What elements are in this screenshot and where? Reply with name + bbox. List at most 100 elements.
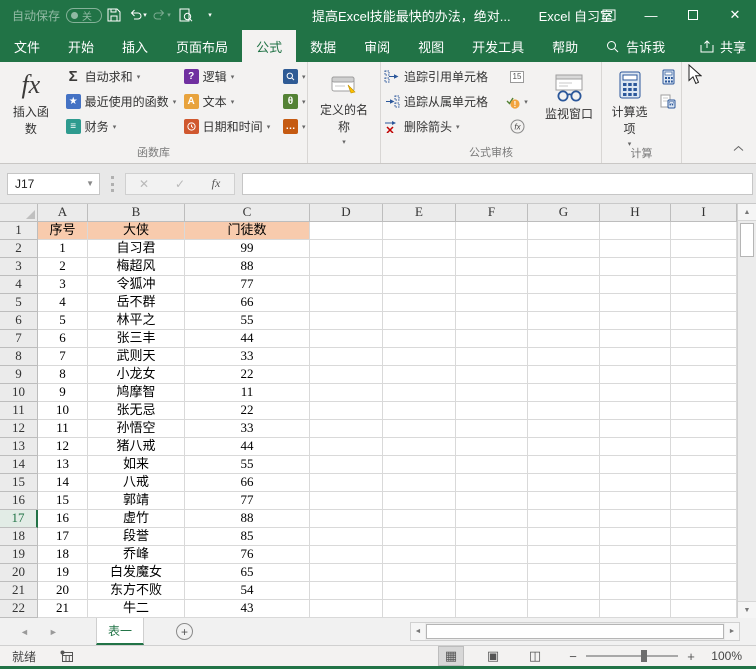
row-header-16[interactable]: 16 (0, 492, 38, 510)
insert-function-button[interactable]: fx 插入函数 (1, 64, 61, 137)
cell-C13[interactable]: 44 (185, 438, 310, 456)
column-header-I[interactable]: I (671, 204, 737, 222)
remove-arrows-button[interactable]: 删除箭头▾ (382, 114, 499, 139)
cell-E11[interactable] (383, 402, 456, 420)
cell-A13[interactable]: 12 (38, 438, 88, 456)
row-header-22[interactable]: 22 (0, 600, 38, 618)
cell-H18[interactable] (600, 528, 671, 546)
recent-functions-button[interactable]: ★最近使用的函数▾ (61, 89, 179, 114)
tab-insert[interactable]: 插入 (108, 30, 162, 62)
zoom-out-button[interactable]: − (562, 649, 584, 664)
cell-D8[interactable] (310, 348, 383, 366)
row-header-5[interactable]: 5 (0, 294, 38, 312)
tab-developer[interactable]: 开发工具 (458, 30, 538, 62)
cell-E8[interactable] (383, 348, 456, 366)
cell-G1[interactable] (528, 222, 600, 240)
view-page-break-button[interactable]: ◫ (522, 646, 548, 666)
cell-H21[interactable] (600, 582, 671, 600)
cell-A17[interactable]: 16 (38, 510, 88, 528)
cell-A19[interactable]: 18 (38, 546, 88, 564)
undo-button[interactable]: ▾ (126, 0, 150, 30)
cell-C17[interactable]: 88 (185, 510, 310, 528)
cell-C20[interactable]: 65 (185, 564, 310, 582)
cell-D21[interactable] (310, 582, 383, 600)
cell-C3[interactable]: 88 (185, 258, 310, 276)
cell-I16[interactable] (671, 492, 737, 510)
scroll-right-button[interactable]: ► (725, 623, 739, 640)
zoom-in-button[interactable]: + (680, 649, 702, 664)
cell-I7[interactable] (671, 330, 737, 348)
cell-F7[interactable] (456, 330, 528, 348)
cell-G16[interactable] (528, 492, 600, 510)
insert-function-small-button[interactable]: fx (198, 176, 234, 191)
tab-view[interactable]: 视图 (404, 30, 458, 62)
horizontal-scrollbar[interactable]: ◄ ► (410, 622, 740, 641)
cell-B18[interactable]: 段誉 (88, 528, 185, 546)
cell-E14[interactable] (383, 456, 456, 474)
cell-F22[interactable] (456, 600, 528, 618)
error-checking-button[interactable]: !▾ (501, 89, 533, 114)
cell-D18[interactable] (310, 528, 383, 546)
cell-D12[interactable] (310, 420, 383, 438)
column-header-B[interactable]: B (88, 204, 185, 222)
cell-D10[interactable] (310, 384, 383, 402)
cell-I14[interactable] (671, 456, 737, 474)
cell-I15[interactable] (671, 474, 737, 492)
view-page-layout-button[interactable]: ▣ (480, 646, 506, 666)
cell-E10[interactable] (383, 384, 456, 402)
formula-bar-splitter[interactable] (111, 176, 114, 192)
print-preview-button[interactable] (174, 0, 198, 30)
cell-C2[interactable]: 99 (185, 240, 310, 258)
tab-home[interactable]: 开始 (54, 30, 108, 62)
name-box[interactable]: J17 ▼ (7, 173, 100, 195)
cell-I5[interactable] (671, 294, 737, 312)
autosave-toggle[interactable]: 自动保存 关 (12, 7, 102, 24)
cell-I11[interactable] (671, 402, 737, 420)
cell-A5[interactable]: 4 (38, 294, 88, 312)
cell-H2[interactable] (600, 240, 671, 258)
zoom-slider-thumb[interactable] (641, 650, 647, 662)
save-button[interactable] (102, 0, 126, 30)
cell-I4[interactable] (671, 276, 737, 294)
cell-F3[interactable] (456, 258, 528, 276)
cell-A11[interactable]: 10 (38, 402, 88, 420)
cell-F11[interactable] (456, 402, 528, 420)
cell-D2[interactable] (310, 240, 383, 258)
column-header-D[interactable]: D (310, 204, 383, 222)
cell-E5[interactable] (383, 294, 456, 312)
cell-C7[interactable]: 44 (185, 330, 310, 348)
cell-H14[interactable] (600, 456, 671, 474)
tab-data[interactable]: 数据 (296, 30, 350, 62)
cell-B7[interactable]: 张三丰 (88, 330, 185, 348)
column-header-F[interactable]: F (456, 204, 528, 222)
cell-B12[interactable]: 孙悟空 (88, 420, 185, 438)
cell-E6[interactable] (383, 312, 456, 330)
cell-B20[interactable]: 白发魔女 (88, 564, 185, 582)
cell-E22[interactable] (383, 600, 456, 618)
tab-review[interactable]: 审阅 (350, 30, 404, 62)
cell-F14[interactable] (456, 456, 528, 474)
cell-E13[interactable] (383, 438, 456, 456)
cell-B21[interactable]: 东方不败 (88, 582, 185, 600)
cell-C10[interactable]: 11 (185, 384, 310, 402)
close-button[interactable]: ✕ (714, 0, 756, 30)
cell-H16[interactable] (600, 492, 671, 510)
cell-F4[interactable] (456, 276, 528, 294)
cell-H4[interactable] (600, 276, 671, 294)
more-functions-button[interactable]: …▾ (278, 114, 306, 139)
cell-E7[interactable] (383, 330, 456, 348)
cell-G18[interactable] (528, 528, 600, 546)
cell-I20[interactable] (671, 564, 737, 582)
cell-A18[interactable]: 17 (38, 528, 88, 546)
cell-G3[interactable] (528, 258, 600, 276)
column-header-E[interactable]: E (383, 204, 456, 222)
cell-A9[interactable]: 8 (38, 366, 88, 384)
cell-G21[interactable] (528, 582, 600, 600)
cell-I8[interactable] (671, 348, 737, 366)
scroll-left-button[interactable]: ◄ (411, 623, 425, 640)
cell-B5[interactable]: 岳不群 (88, 294, 185, 312)
cell-F9[interactable] (456, 366, 528, 384)
cell-I18[interactable] (671, 528, 737, 546)
cell-C19[interactable]: 76 (185, 546, 310, 564)
cell-B17[interactable]: 虚竹 (88, 510, 185, 528)
